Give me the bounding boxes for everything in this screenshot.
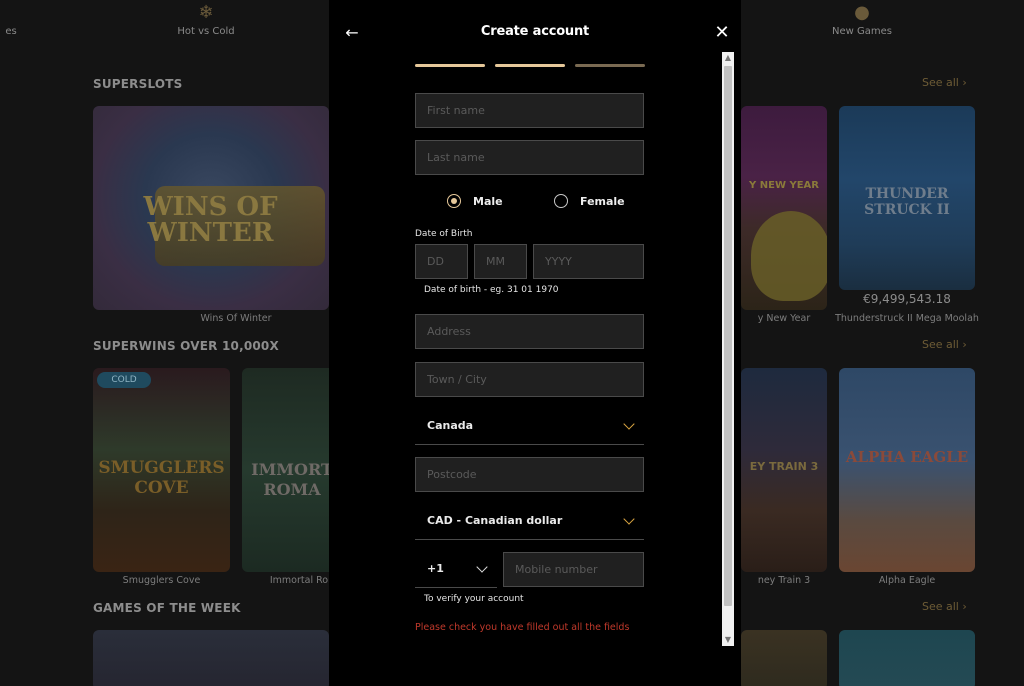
nav-label: New Games	[832, 26, 892, 37]
nav-item-new-games[interactable]: ● New Games	[822, 0, 902, 48]
last-name-input[interactable]	[415, 140, 644, 175]
town-city-input[interactable]	[415, 362, 644, 397]
step-progress	[415, 64, 645, 67]
step-indicator-3	[575, 64, 645, 67]
currency-select[interactable]: CAD - Canadian dollar	[415, 503, 644, 540]
step-indicator-1	[415, 64, 485, 67]
game-tile-bottom[interactable]	[741, 630, 827, 686]
dob-label: Date of Birth	[415, 229, 473, 239]
first-name-input[interactable]	[415, 93, 644, 128]
new-badge-icon: ●	[854, 2, 870, 23]
chevron-right-icon: ›	[962, 338, 967, 351]
see-all-label: See all	[922, 600, 959, 613]
game-logo-text: ALPHA EAGLE	[845, 448, 969, 466]
game-tile-new-year[interactable]: Y NEW YEAR	[741, 106, 827, 310]
jackpot-amount: €9,499,543.18	[863, 292, 951, 306]
phone-code-value: +1	[427, 562, 444, 575]
game-logo-text: SMUGGLERS COVE	[98, 458, 225, 498]
section-title-games-of-week: GAMES OF THE WEEK	[93, 601, 241, 615]
chevron-right-icon: ›	[962, 76, 967, 89]
game-logo-text: Y NEW YEAR	[749, 180, 819, 191]
game-tile-bottom[interactable]	[93, 630, 329, 686]
chevron-down-icon	[623, 418, 635, 430]
see-all-label: See all	[922, 76, 959, 89]
currency-value: CAD - Canadian dollar	[427, 514, 563, 527]
game-logo-text: IMMORT ROMA	[251, 460, 333, 499]
game-caption: Alpha Eagle	[878, 575, 936, 586]
section-title-superslots: SUPERSLOTS	[93, 77, 183, 91]
gender-radio-female[interactable]: Female	[554, 194, 625, 208]
game-caption: Smugglers Cove	[122, 575, 201, 586]
address-input[interactable]	[415, 314, 644, 349]
game-tile-smugglers-cove[interactable]: SMUGGLERS COVE	[93, 368, 230, 572]
create-account-modal: ← Create account ✕ Male Female Date of B…	[329, 0, 741, 686]
dob-month-input[interactable]	[474, 244, 527, 279]
game-tile-alpha-eagle[interactable]: ALPHA EAGLE	[839, 368, 975, 572]
nav-label: Hot vs Cold	[177, 26, 235, 37]
dob-hint: Date of birth - eg. 31 01 1970	[424, 285, 559, 295]
form-error-message: Please check you have filled out all the…	[415, 622, 630, 633]
game-tile-immortal-romance[interactable]: IMMORT ROMA	[242, 368, 342, 572]
game-caption: ney Train 3	[757, 575, 811, 586]
game-caption: y New Year	[757, 313, 811, 324]
dob-year-input[interactable]	[533, 244, 644, 279]
chevron-down-icon	[623, 513, 635, 525]
cold-badge: COLD	[97, 372, 151, 388]
chevron-right-icon: ›	[962, 600, 967, 613]
scroll-down-arrow-icon[interactable]: ▼	[722, 634, 734, 646]
game-logo-text: THUNDER STRUCK II	[864, 186, 950, 218]
radio-label: Female	[580, 194, 625, 208]
see-all-link[interactable]: See all ›	[922, 76, 967, 89]
postcode-input[interactable]	[415, 457, 644, 492]
radio-label: Male	[473, 194, 503, 208]
gender-radio-male[interactable]: Male	[447, 194, 503, 208]
nav-icon	[0, 0, 22, 26]
close-icon: ✕	[714, 22, 730, 43]
modal-header: ← Create account ✕	[329, 0, 741, 62]
chevron-down-icon	[476, 561, 488, 573]
radio-unchecked-icon	[554, 194, 568, 208]
section-title-superwins: SUPERWINS OVER 10,000X	[93, 339, 279, 353]
nav-label: es	[5, 26, 17, 37]
game-tile-money-train[interactable]: EY TRAIN 3	[741, 368, 827, 572]
country-value: Canada	[427, 419, 474, 432]
game-caption: Thunderstruck II Mega Moolah	[835, 313, 979, 324]
game-tile-wins-of-winter[interactable]: WINS OF WINTER	[93, 106, 329, 310]
see-all-label: See all	[922, 338, 959, 351]
game-tile-thunderstruck[interactable]: THUNDER STRUCK II	[839, 106, 975, 290]
see-all-link[interactable]: See all ›	[922, 338, 967, 351]
modal-scrollbar[interactable]: ▲ ▼	[722, 52, 734, 646]
dob-day-input[interactable]	[415, 244, 468, 279]
page: es ❄ Hot vs Cold ⌂ ☆ ● New Games SUPERSL…	[0, 0, 1024, 686]
close-button[interactable]: ✕	[711, 22, 733, 44]
phone-hint: To verify your account	[424, 594, 524, 604]
step-indicator-2	[495, 64, 565, 67]
nav-item-hot-vs-cold[interactable]: ❄ Hot vs Cold	[166, 0, 246, 48]
game-logo-art	[751, 211, 827, 301]
nav-item-partial[interactable]: es	[0, 0, 22, 48]
snowflake-icon: ❄	[198, 2, 214, 23]
scroll-up-arrow-icon[interactable]: ▲	[722, 52, 734, 64]
radio-checked-icon	[447, 194, 461, 208]
phone-code-select[interactable]: +1	[415, 551, 497, 588]
game-logo-text: EY TRAIN 3	[749, 460, 819, 473]
modal-title: Create account	[480, 24, 590, 39]
country-select[interactable]: Canada	[415, 408, 644, 445]
scroll-thumb[interactable]	[724, 66, 732, 606]
game-tile-bottom[interactable]	[839, 630, 975, 686]
see-all-link[interactable]: See all ›	[922, 600, 967, 613]
mobile-number-input[interactable]	[503, 552, 644, 587]
game-logo-text: WINS OF WINTER	[143, 192, 278, 248]
